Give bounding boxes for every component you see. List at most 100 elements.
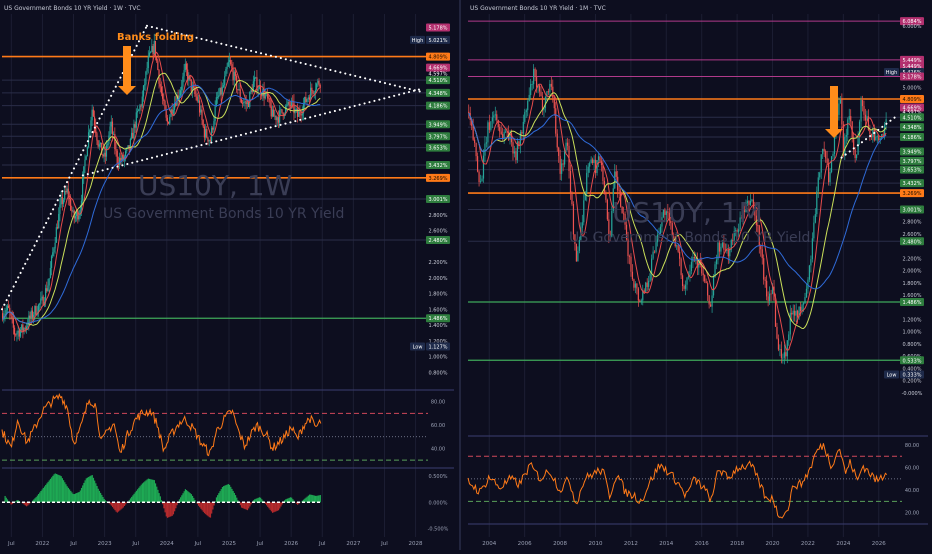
candle-body — [272, 110, 273, 117]
candle-body — [878, 136, 879, 140]
candle-body — [829, 172, 830, 182]
candle-body — [222, 87, 223, 95]
candle-body — [616, 171, 617, 176]
macd-histogram-bar — [229, 485, 230, 502]
macd-histogram-bar — [314, 496, 315, 503]
candle-body — [716, 260, 717, 265]
macd-histogram-bar — [184, 491, 185, 502]
candle-body — [812, 238, 813, 259]
candle-body — [157, 60, 158, 69]
macd-histogram-bar — [87, 478, 88, 503]
candle-body — [834, 137, 835, 154]
macd-histogram-bar — [70, 491, 71, 502]
candle-body — [490, 121, 491, 129]
candle-body — [230, 60, 231, 64]
candle-body — [850, 116, 851, 121]
candle-body — [244, 101, 245, 102]
candle-body — [238, 89, 239, 90]
macd-histogram-bar — [319, 495, 320, 502]
candle-body — [302, 113, 303, 115]
price-label: 3.949% — [428, 122, 447, 128]
candle-body — [311, 88, 312, 91]
price-label: 3.653% — [428, 146, 447, 152]
macd-histogram-bar — [149, 479, 150, 502]
candle-body — [195, 94, 196, 97]
x-tick-label: 2004 — [482, 541, 496, 547]
candle-body — [577, 251, 578, 262]
candle-body — [548, 91, 549, 92]
candle-body — [711, 295, 712, 306]
macd-histogram-bar — [125, 502, 126, 504]
x-tick-label: Jul — [256, 541, 264, 547]
rsi-axis-label: 20.00 — [905, 511, 919, 517]
candle-body — [186, 64, 187, 70]
candle-body — [492, 117, 493, 121]
candle-body — [89, 130, 90, 132]
candle-body — [59, 205, 60, 214]
candle-body — [198, 101, 199, 102]
candle-body — [228, 62, 229, 67]
candle-body — [645, 283, 646, 292]
macd-histogram-bar — [320, 495, 321, 502]
macd-histogram-bar — [280, 502, 281, 506]
macd-histogram-bar — [191, 494, 192, 502]
candle-body — [265, 94, 266, 99]
candle-body — [277, 117, 278, 120]
candle-body — [258, 89, 259, 91]
watermark-symbol-weekly: US10Y, 1W — [138, 169, 292, 202]
candle-body — [819, 173, 820, 178]
candle-body — [75, 216, 76, 218]
candle-body — [476, 143, 477, 156]
macd-histogram-bar — [309, 495, 310, 503]
macd-histogram-bar — [317, 496, 318, 503]
price-label: 2.600% — [428, 229, 447, 235]
macd-histogram-bar — [155, 483, 156, 502]
macd-histogram-bar — [157, 490, 158, 502]
candle-body — [571, 193, 572, 204]
candle-body — [243, 102, 244, 103]
macd-histogram-bar — [310, 495, 311, 503]
candle-body — [22, 324, 23, 331]
candle-body — [88, 132, 89, 147]
candle-body — [678, 245, 679, 251]
price-label: 5.178% — [902, 74, 921, 80]
candle-body — [180, 90, 181, 95]
candle-body — [26, 327, 27, 330]
candle-body — [689, 271, 690, 276]
candle-body — [119, 158, 120, 165]
price-label: 2.000% — [428, 276, 447, 282]
price-label: 4.809% — [902, 97, 921, 103]
candle-body — [785, 352, 786, 356]
candle-body — [103, 153, 104, 157]
price-label: 0.800% — [428, 370, 447, 376]
rsi-line — [468, 443, 887, 518]
candle-body — [247, 102, 248, 104]
macd-histogram-bar — [142, 483, 143, 502]
macd-histogram-bar — [102, 497, 103, 502]
candle-body — [246, 101, 247, 104]
candle-body — [278, 117, 279, 122]
macd-histogram-bar — [188, 492, 189, 502]
macd-histogram-bar — [161, 500, 162, 502]
candle-body — [6, 310, 7, 314]
price-label: 2.800% — [428, 213, 447, 219]
candle-body — [860, 100, 861, 122]
candle-body — [728, 250, 729, 256]
candle-body — [115, 149, 116, 151]
candle-body — [280, 109, 281, 110]
x-tick-label: 2024 — [836, 541, 850, 547]
macd-histogram-bar — [227, 485, 228, 503]
macd-histogram-bar — [83, 483, 84, 502]
macd-histogram-bar — [182, 493, 183, 502]
candle-body — [281, 109, 282, 112]
macd-histogram-bar — [62, 478, 63, 502]
candle-body — [539, 85, 540, 91]
candle-body — [66, 189, 67, 193]
candle-body — [7, 306, 8, 310]
candle-body — [250, 90, 251, 92]
candle-body — [565, 143, 566, 151]
macd-histogram-bar — [88, 477, 89, 502]
macd-histogram-bar — [223, 486, 224, 502]
macd-histogram-bar — [63, 480, 64, 502]
candle-body — [146, 68, 147, 72]
